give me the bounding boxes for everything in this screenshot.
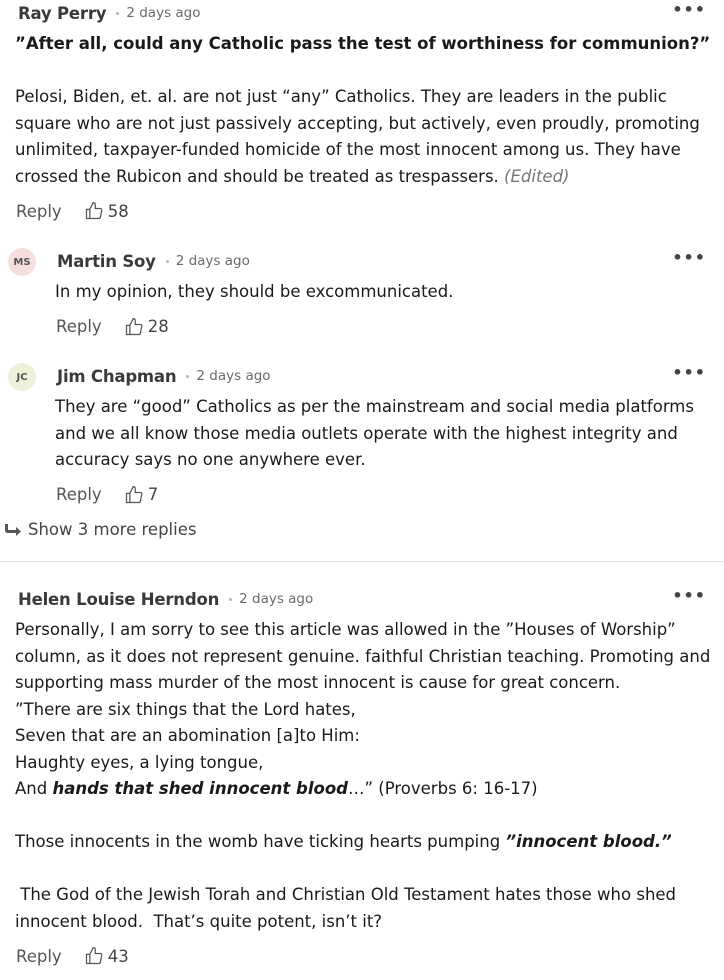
comment-body: Personally, I am sorry to see this artic… [0, 617, 724, 935]
show-more-replies-button[interactable]: Show 3 more replies [4, 520, 196, 539]
comment-text: In my opinion, they should be excommunic… [55, 282, 454, 301]
comment-timestamp: 2 days ago [175, 253, 250, 269]
separator-dot [116, 11, 120, 15]
comment-body: ”After all, could any Catholic pass the … [0, 31, 724, 190]
like-button[interactable]: 58 [84, 201, 129, 221]
comment-body: They are “good” Catholics as per the mai… [0, 394, 724, 474]
comment-line: ”There are six things that the Lord hate… [15, 699, 356, 719]
comment-line: Seven that are an abomination [a]to Him: [15, 726, 360, 745]
more-options-icon[interactable]: ••• [672, 2, 706, 18]
line-prefix: And [15, 779, 53, 798]
like-button[interactable]: 28 [124, 317, 169, 337]
reply-button[interactable]: Reply [16, 947, 62, 966]
thumbs-up-icon [85, 202, 103, 220]
comment-actions: Reply 28 [0, 312, 724, 342]
like-button[interactable]: 43 [84, 946, 129, 966]
comment-header: Helen Louise Herndon 2 days ago [0, 586, 724, 612]
comment-actions: Reply 43 [0, 941, 724, 971]
comment-author[interactable]: Helen Louise Herndon [18, 590, 219, 609]
reply-button[interactable]: Reply [56, 317, 102, 336]
comment-jim-chapman: Jim Chapman 2 days ago ••• They are “goo… [0, 363, 724, 510]
emphasized-text: hands that shed innocent blood [52, 779, 348, 798]
comment-line: Haughty eyes, a lying tongue, [15, 752, 264, 772]
like-count: 28 [147, 317, 169, 336]
thumbs-up-icon [125, 485, 143, 503]
comment-author[interactable]: Jim Chapman [57, 367, 177, 386]
divider [0, 561, 724, 562]
edited-label: (Edited) [504, 166, 570, 186]
like-button[interactable]: 7 [124, 485, 159, 505]
comment-ray-perry: Ray Perry 2 days ago ••• ”After all, cou… [0, 0, 724, 226]
separator-dot [165, 259, 169, 263]
comment-timestamp: 2 days ago [196, 368, 271, 384]
comment-header: Ray Perry 2 days ago [0, 0, 724, 26]
like-count: 43 [107, 946, 129, 966]
like-count: 7 [147, 485, 159, 504]
comment-paragraph: Personally, I am sorry to see this artic… [15, 620, 711, 692]
reply-button[interactable]: Reply [56, 485, 102, 504]
comment-timestamp: 2 days ago [239, 591, 314, 607]
emphasized-text: ”innocent blood.” [505, 832, 672, 851]
comment-text: They are “good” Catholics as per the mai… [55, 397, 694, 469]
thumbs-up-icon [85, 947, 103, 965]
more-options-icon[interactable]: ••• [672, 588, 706, 604]
comment-quote: ”After all, could any Catholic pass the … [15, 34, 711, 53]
show-more-replies-label: Show 3 more replies [28, 520, 197, 539]
comment-actions: Reply 58 [0, 196, 724, 226]
line-prefix: Those innocents in the womb have ticking… [15, 832, 506, 851]
more-options-icon[interactable]: ••• [672, 250, 706, 266]
comment-line: Those innocents in the womb have ticking… [15, 829, 716, 856]
comment-author[interactable]: Ray Perry [18, 4, 107, 23]
thumbs-up-icon [125, 317, 143, 335]
comment-text: Pelosi, Biden, et. al. are not just “any… [15, 87, 700, 186]
separator-dot [229, 597, 233, 601]
comment-timestamp: 2 days ago [126, 5, 201, 21]
reply-button[interactable]: Reply [16, 202, 62, 221]
reply-arrow-icon [5, 523, 21, 536]
comment-body: In my opinion, they should be excommunic… [0, 279, 724, 306]
more-options-icon[interactable]: ••• [672, 365, 706, 381]
comment-martin-soy: Martin Soy 2 days ago ••• In my opinion,… [0, 248, 724, 342]
comment-paragraph: The God of the Jewish Torah and Christia… [15, 885, 682, 931]
comment-header: Jim Chapman 2 days ago [0, 363, 724, 389]
comment-header: Martin Soy 2 days ago [0, 248, 724, 274]
comment-actions: Reply 7 [0, 480, 724, 510]
comment-author[interactable]: Martin Soy [57, 252, 156, 271]
separator-dot [186, 374, 190, 378]
comment-line: And hands that shed innocent blood…” (Pr… [15, 776, 716, 803]
like-count: 58 [107, 201, 129, 221]
comment-helen-louise-herndon: Helen Louise Herndon 2 days ago ••• Pers… [0, 586, 724, 971]
line-suffix: …” (Proverbs 6: 16-17) [347, 779, 538, 798]
comment-text-block: Pelosi, Biden, et. al. are not just “any… [15, 84, 716, 190]
